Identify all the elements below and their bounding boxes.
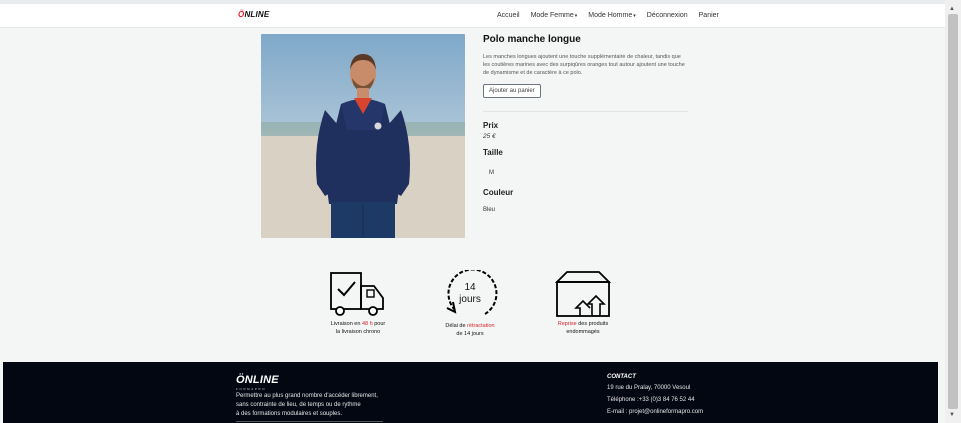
- navbar: ÖNLINE Accueil Mode Femme▾ Mode Homme▾ D…: [0, 4, 945, 28]
- product-image: [261, 34, 465, 238]
- footer: ÖNLINE FORMAPRO Permettre au plus grand …: [3, 362, 938, 423]
- footer-logo[interactable]: ÖNLINE: [236, 374, 279, 386]
- truck-check-icon: [330, 272, 384, 316]
- color-option[interactable]: Bleu: [483, 207, 495, 213]
- price-label: Prix: [483, 121, 499, 130]
- chevron-down-icon: ▾: [574, 13, 578, 19]
- chevron-down-icon: ▾: [633, 13, 636, 19]
- divider: [483, 111, 688, 112]
- footer-phone[interactable]: Téléphone :+33 (0)3 84 76 52 44: [607, 397, 695, 403]
- footer-address: 19 rue du Pralay, 70000 Vesoul: [607, 385, 691, 391]
- nav-accueil[interactable]: Accueil: [497, 12, 520, 19]
- price-value: 25 €: [483, 133, 496, 140]
- scroll-down-icon[interactable]: ▼: [949, 412, 955, 418]
- nav-mode-femme[interactable]: Mode Femme▾: [531, 12, 578, 19]
- feature-retractation: 14 jours Délai de rétractation de 14 jou…: [430, 270, 510, 338]
- size-label: Taille: [483, 148, 503, 157]
- add-to-cart-button[interactable]: Ajouter au panier: [483, 84, 541, 98]
- feature-delivery: Livraison en 48 h pour la livraison chro…: [318, 270, 398, 336]
- color-label: Couleur: [483, 188, 514, 197]
- footer-email[interactable]: E-mail : projet@onlineformapro.com: [607, 409, 703, 415]
- footer-divider: [236, 421, 383, 422]
- nav-deconnexion[interactable]: Déconnexion: [647, 12, 688, 19]
- product-title: Polo manche longue: [483, 34, 581, 45]
- nav-mode-homme[interactable]: Mode Homme▾: [588, 12, 635, 19]
- product-description: Les manches longues ajoutent une touche …: [483, 54, 685, 76]
- scrollbar-thumb[interactable]: [948, 14, 958, 409]
- size-option[interactable]: M: [489, 170, 494, 176]
- scrollbar[interactable]: ▲ ▼: [945, 0, 961, 423]
- footer-contact-title: CONTACT: [607, 374, 636, 380]
- footer-tagline: Permettre au plus grand nombre d'accéder…: [236, 393, 378, 417]
- nav-links: Accueil Mode Femme▾ Mode Homme▾ Déconnex…: [497, 12, 730, 19]
- box-return-icon: [554, 271, 612, 317]
- feature-return: Reprise des produits endommagés: [543, 270, 623, 336]
- nav-panier[interactable]: Panier: [699, 12, 719, 19]
- product-details: Polo manche longue Les manches longues a…: [483, 34, 693, 98]
- logo[interactable]: ÖNLINE: [238, 10, 269, 19]
- scroll-up-icon[interactable]: ▲: [949, 6, 955, 12]
- footer-logo-subtitle: FORMAPRO: [236, 387, 267, 391]
